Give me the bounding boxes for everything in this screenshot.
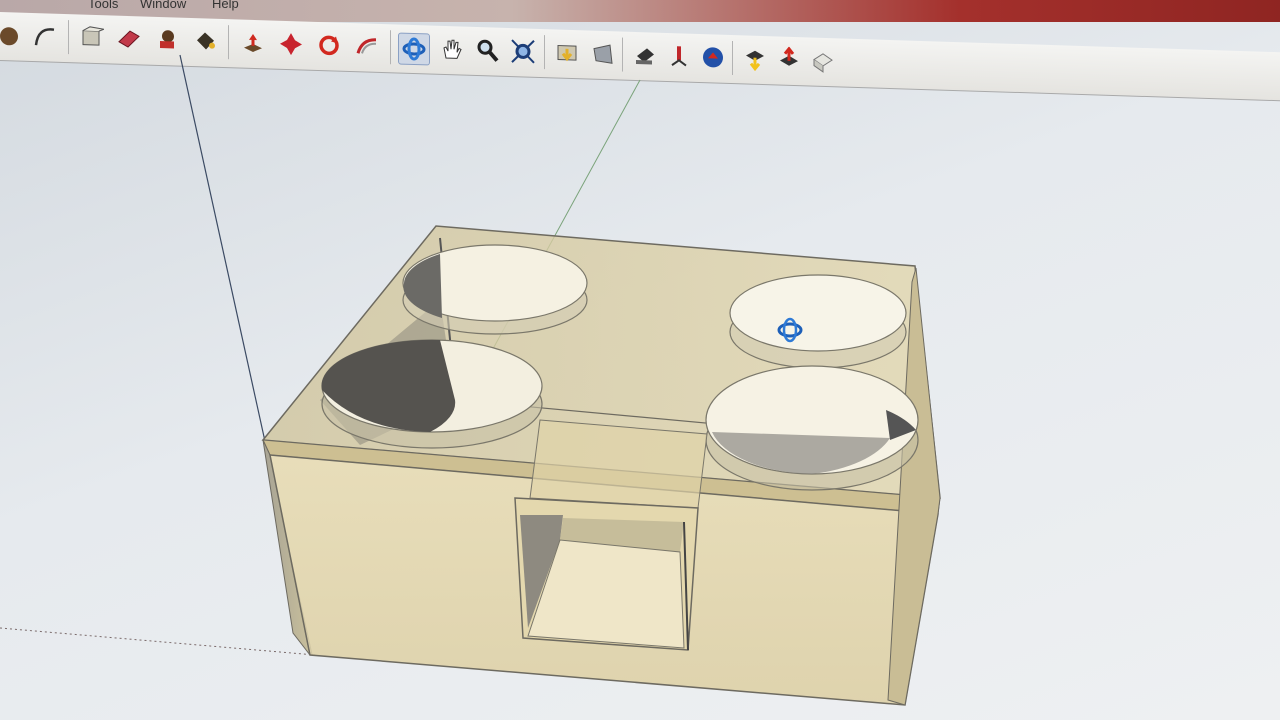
speaker-cutout-back-left [402, 244, 588, 335]
port-opening [514, 419, 708, 651]
model-canvas[interactable] [0, 0, 1280, 720]
red-axis-dotted-line [0, 627, 316, 656]
speaker-cutout-front-right [705, 365, 919, 491]
subwoofer-box-model[interactable] [261, 225, 941, 706]
speaker-cutout-front-left [321, 339, 543, 449]
speaker-cutout-back-right [729, 274, 907, 369]
